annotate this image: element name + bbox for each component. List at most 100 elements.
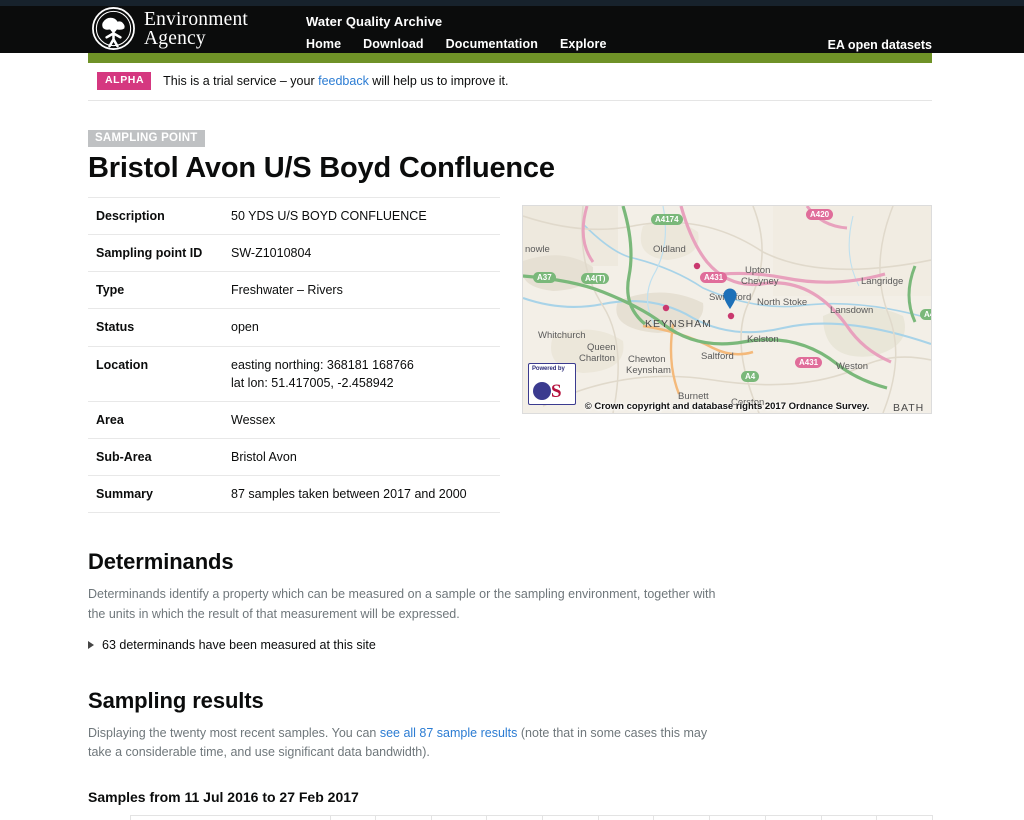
map-location-pin-icon[interactable] bbox=[723, 288, 737, 310]
col-header-sample-date[interactable]: 11 Jul201612:07 bbox=[375, 814, 432, 820]
logo-line-2: Agency bbox=[144, 27, 206, 49]
metadata-value: Freshwater – Rivers bbox=[223, 271, 500, 310]
col-header-units: Units bbox=[330, 814, 376, 820]
primary-nav: Home Download Documentation Explore bbox=[306, 37, 607, 51]
metadata-label: Status bbox=[88, 308, 223, 347]
map-place-label: nowle bbox=[525, 244, 550, 256]
determinands-disclosure-toggle[interactable]: 63 determinands have been measured at th… bbox=[88, 638, 944, 652]
map-road-badge: A4 bbox=[920, 309, 931, 321]
map-place-label: KEYNSHAM bbox=[645, 318, 712, 331]
phase-text-before: This is a trial service – your bbox=[163, 73, 319, 88]
metadata-row: Area Wessex bbox=[88, 401, 500, 439]
col-header-sample-date[interactable]: 23 Jan201713:11 bbox=[820, 814, 878, 820]
sampling-point-metadata-table: Description 50 YDS U/S BOYD CONFLUENCE Sam… bbox=[88, 197, 500, 514]
results-header-row: Determinand Units 11 Jul201612:079 Sep20… bbox=[88, 814, 933, 820]
green-accent-bar bbox=[88, 53, 932, 63]
map-road-badge: A4174 bbox=[651, 214, 683, 226]
col-header-sample-date[interactable]: 17 Nov201610:32 bbox=[597, 814, 655, 820]
sampling-results-heading: Sampling results bbox=[88, 687, 264, 713]
metadata-row: Description 50 YDS U/S BOYD CONFLUENCE bbox=[88, 197, 500, 236]
map-road-badge: A420 bbox=[806, 209, 834, 221]
sampling-results-table: Determinand Units 11 Jul201612:079 Sep20… bbox=[88, 814, 933, 820]
map-place-label: Chewton bbox=[628, 354, 666, 366]
map-column: nowleOldlandUptonCheyneyLangridgeSwinefo… bbox=[500, 197, 944, 415]
sampling-results-intro: Displaying the twenty most recent sample… bbox=[88, 724, 718, 763]
map-place-label: Keynsham bbox=[626, 365, 671, 377]
metadata-row: Status open bbox=[88, 308, 500, 347]
nav-item-explore[interactable]: Explore bbox=[560, 37, 607, 51]
nav-item-documentation[interactable]: Documentation bbox=[446, 37, 538, 51]
map-place-label: Cheyney bbox=[741, 276, 779, 288]
environment-agency-logo[interactable]: Environment Agency bbox=[90, 2, 248, 54]
metadata-label: Sub-Area bbox=[88, 438, 223, 477]
intro-text-before: Displaying the twenty most recent sample… bbox=[88, 725, 380, 740]
map-place-label: Oldland bbox=[653, 244, 686, 256]
phase-text-after: will help us to improve it. bbox=[368, 73, 509, 88]
col-header-sample-date[interactable]: 27 Feb201711:23 bbox=[876, 814, 933, 820]
col-header-sample-date[interactable]: 1 Dec201611:42 bbox=[653, 814, 711, 820]
metadata-row: Summary 87 samples taken between 2017 and… bbox=[88, 475, 500, 514]
map-place-label: Lansdown bbox=[830, 305, 874, 317]
results-table-head: Determinand Units 11 Jul201612:079 Sep20… bbox=[88, 814, 933, 820]
map-road-badge: A431 bbox=[795, 357, 823, 369]
map-place-label: Langridge bbox=[861, 276, 904, 288]
sampling-point-badge: SAMPLING POINT bbox=[88, 129, 205, 147]
metadata-row: Sub-Area Bristol Avon bbox=[88, 438, 500, 477]
col-header-sample-date[interactable]: 19 Dec201612:11 bbox=[764, 814, 822, 820]
map-place-label: Saltford bbox=[701, 351, 734, 363]
metadata-column: Description 50 YDS U/S BOYD CONFLUENCE Sam… bbox=[88, 197, 500, 514]
phase-banner-text: This is a trial service – your feedback … bbox=[163, 74, 508, 88]
determinands-heading: Determinands bbox=[88, 549, 234, 575]
metadata-label: Summary bbox=[88, 475, 223, 514]
site-header: Environment Agency Water Quality Archive… bbox=[0, 6, 1024, 53]
os-logo-s: S bbox=[551, 381, 562, 403]
map-place-label: Whitchurch bbox=[538, 330, 586, 342]
chevron-right-icon bbox=[88, 640, 94, 649]
nav-item-home[interactable]: Home bbox=[306, 37, 341, 51]
col-header-sample-date[interactable]: 26 Sep201610:33 bbox=[486, 814, 544, 820]
map-road-badge: A4 bbox=[741, 371, 760, 383]
ordnance-survey-logo: Powered by S bbox=[528, 363, 576, 406]
map-place-label: Queen bbox=[587, 342, 616, 354]
metadata-label: Description bbox=[88, 197, 223, 236]
metadata-value: easting northing: 368181 168766 lat lon: … bbox=[223, 346, 500, 402]
map-place-label: Upton bbox=[745, 265, 771, 277]
environment-agency-crest-icon bbox=[90, 5, 137, 52]
metadata-label: Area bbox=[88, 401, 223, 439]
metadata-value: SW-Z1010804 bbox=[223, 234, 500, 273]
map-place-label: Charlton bbox=[579, 353, 615, 365]
metadata-label: Location bbox=[88, 346, 223, 402]
metadata-row: Type Freshwater – Rivers bbox=[88, 271, 500, 310]
os-logo-circle bbox=[533, 382, 551, 401]
metadata-label: Sampling point ID bbox=[88, 234, 223, 273]
metadata-row: Location easting northing: 368181 168766 l… bbox=[88, 346, 500, 402]
service-block: Water Quality Archive Home Download Docu… bbox=[306, 14, 607, 51]
overview-columns: Description 50 YDS U/S BOYD CONFLUENCE Sam… bbox=[88, 197, 944, 514]
map-place-label: Weston bbox=[836, 361, 869, 373]
page-title: Bristol Avon U/S Boyd Confluence bbox=[88, 151, 555, 184]
nav-item-download[interactable]: Download bbox=[363, 37, 424, 51]
map-road-badge: A37 bbox=[533, 272, 556, 284]
metadata-value: Bristol Avon bbox=[223, 438, 500, 477]
metadata-label: Type bbox=[88, 271, 223, 310]
col-header-blank bbox=[88, 815, 131, 820]
map-place-label: North Stoke bbox=[757, 297, 808, 309]
feedback-link[interactable]: feedback bbox=[318, 74, 369, 88]
col-header-sample-date[interactable]: 8 Dec201612:45 bbox=[709, 814, 766, 820]
col-header-sample-date[interactable]: 9 Sep201610:34 bbox=[430, 814, 488, 820]
location-map[interactable]: nowleOldlandUptonCheyneyLangridgeSwinefo… bbox=[522, 205, 932, 415]
map-place-label: Kelston bbox=[747, 334, 779, 346]
determinands-description: Determinands identify a property which c… bbox=[88, 587, 716, 621]
see-all-sample-results-link[interactable]: see all 87 sample results bbox=[380, 726, 518, 740]
phase-banner: ALPHA This is a trial service – your fee… bbox=[88, 63, 932, 101]
col-header-sample-date[interactable]: 7 Nov201612:33 bbox=[542, 814, 599, 820]
metadata-value: 50 YDS U/S BOYD CONFLUENCE bbox=[223, 197, 500, 236]
metadata-row: Sampling point ID SW-Z1010804 bbox=[88, 234, 500, 273]
samples-range-title: Samples from 11 Jul 2016 to 27 Feb 2017 bbox=[88, 788, 359, 805]
environment-agency-wordmark: Environment Agency bbox=[144, 9, 248, 48]
metadata-value: open bbox=[223, 308, 500, 347]
metadata-value: 87 samples taken between 2017 and 2000 bbox=[223, 475, 500, 514]
col-header-determinand: Determinand bbox=[130, 814, 331, 820]
main-content: SAMPLING POINT Bristol Avon U/S Boyd Con… bbox=[88, 101, 944, 820]
ea-open-datasets-link[interactable]: EA open datasets bbox=[828, 38, 932, 52]
